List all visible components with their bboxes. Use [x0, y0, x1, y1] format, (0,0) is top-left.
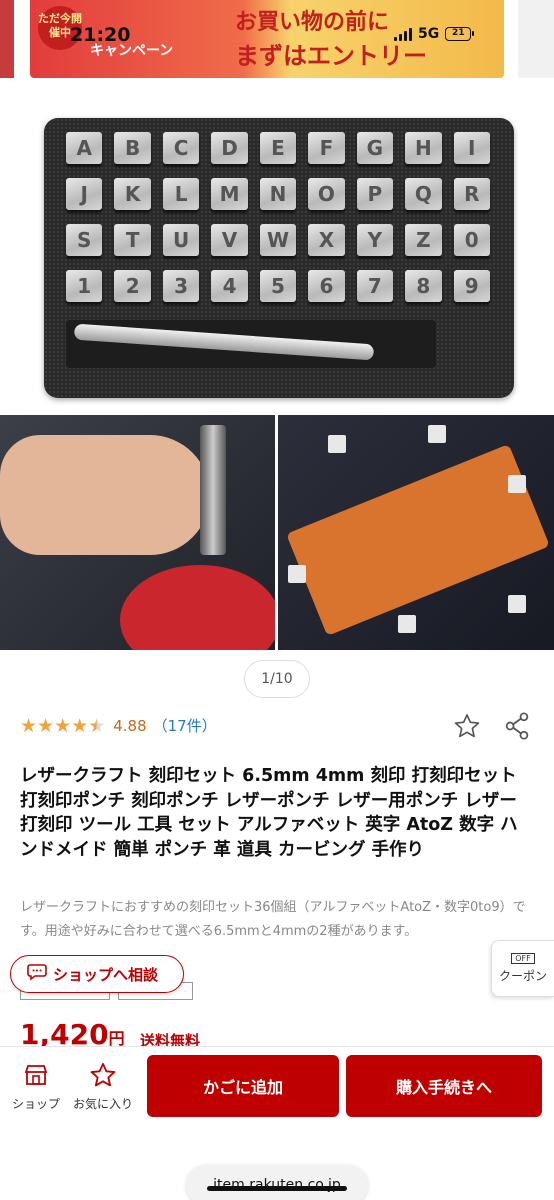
stamp-tool — [200, 425, 226, 555]
letter-stamp: W — [259, 224, 297, 256]
star-icon: ★ — [54, 714, 72, 737]
letter-stamp: Z — [405, 224, 442, 256]
letter-stamp: Y — [356, 224, 394, 256]
letter-stamp: D — [211, 132, 248, 164]
network-label: 5G — [418, 26, 440, 42]
product-description[interactable]: レザークラフトにおすすめの刻印セット36個組（アルファベットAtoZ・数字0to… — [20, 896, 530, 944]
home-indicator[interactable] — [207, 1186, 347, 1191]
product-image-usage-right[interactable] — [278, 415, 554, 650]
star-icon: ★ — [37, 714, 55, 737]
coupon-off-badge: OFF — [511, 953, 535, 964]
letter-stamp: K — [114, 178, 151, 210]
letter-stamp: S — [66, 224, 103, 256]
checkout-button[interactable]: 購入手続きへ — [346, 1055, 542, 1117]
letter-stamp: R — [453, 178, 490, 210]
add-to-cart-button[interactable]: かごに追加 — [147, 1055, 339, 1117]
stamp-piece — [508, 595, 526, 613]
banner-prev-ad[interactable] — [0, 0, 14, 78]
stamp-piece — [328, 435, 346, 453]
favorite-icon — [90, 1062, 116, 1087]
signal-icon — [394, 27, 412, 41]
letter-stamp: T — [114, 224, 151, 256]
review-count-link[interactable]: （17件） — [153, 715, 217, 736]
letter-stamp: X — [308, 224, 345, 256]
stamp-piece — [508, 475, 526, 493]
letter-stamp: 9 — [453, 270, 490, 302]
letter-stamp: V — [211, 224, 248, 256]
star-icon: ★ — [71, 714, 89, 737]
chat-icon — [27, 963, 47, 985]
letter-stamp: P — [356, 178, 394, 210]
image-counter: 1/10 — [244, 660, 310, 698]
letter-stamp: N — [259, 178, 297, 210]
letter-stamp: J — [66, 178, 103, 210]
letter-stamp: Q — [405, 178, 442, 210]
battery-icon: 21 — [445, 27, 475, 41]
shop-consult-button[interactable]: ショップへ相談 — [10, 955, 184, 993]
letter-stamp: 2 — [114, 270, 151, 302]
product-title: レザークラフト 刻印セット 6.5mm 4mm 刻印 打刻印セット 打刻印ポンチ… — [20, 766, 518, 860]
letter-stamp: 1 — [66, 270, 103, 302]
letter-stamp: 4 — [211, 270, 248, 302]
star-rating: ★ ★ ★ ★ ★ — [20, 716, 105, 736]
favorite-star-icon[interactable] — [453, 712, 481, 740]
stamp-piece — [398, 615, 416, 633]
letter-stamp: B — [114, 132, 151, 164]
banner-headline1: お買い物の前に — [235, 10, 390, 35]
red-leather — [120, 565, 275, 650]
favorite-label: お気に入り — [73, 1097, 134, 1111]
letter-stamp: L — [162, 178, 200, 210]
letter-stamp: 3 — [162, 270, 200, 302]
shop-icon — [24, 1065, 48, 1085]
letter-stamp: A — [66, 132, 103, 164]
browser-url-bar[interactable]: item.rakuten.co.jp — [186, 1165, 368, 1200]
rating-value: 4.88 — [113, 716, 147, 735]
stamp-piece — [288, 565, 306, 583]
shop-button[interactable]: ショップ — [6, 1061, 66, 1112]
letter-stamp: I — [453, 132, 490, 164]
letter-stamp: U — [162, 224, 200, 256]
favorite-button[interactable]: お気に入り — [73, 1061, 133, 1112]
star-half-icon: ★ — [88, 714, 106, 737]
product-image-main[interactable]: ABCDEFGHI JKLMNOPQR STUVWXYZ0 123456789 — [0, 80, 554, 415]
letter-stamp: F — [308, 132, 345, 164]
shop-consult-label: ショップへ相談 — [53, 965, 159, 984]
letter-stamp: H — [405, 132, 442, 164]
letter-stamp: 7 — [356, 270, 394, 302]
status-icons: 5G 21 — [394, 26, 475, 42]
stamp-piece — [428, 425, 446, 443]
letter-stamp: 0 — [453, 224, 490, 256]
coupon-button[interactable]: OFF クーポン — [491, 940, 554, 997]
letter-stamp: G — [356, 132, 394, 164]
shop-label: ショップ — [11, 1097, 60, 1111]
rating-row[interactable]: ★ ★ ★ ★ ★ 4.88 （17件） — [20, 715, 217, 736]
hand-illustration — [0, 435, 210, 555]
letter-stamp: C — [162, 132, 200, 164]
letter-stamp: 6 — [308, 270, 345, 302]
letter-stamp: O — [308, 178, 345, 210]
letter-stamp: 5 — [259, 270, 297, 302]
coupon-label: クーポン — [498, 969, 547, 983]
banner-next-ad[interactable] — [518, 0, 554, 78]
letter-stamp: M — [211, 178, 248, 210]
status-time: 21:20 — [70, 24, 131, 46]
stamp-grid: ABCDEFGHI JKLMNOPQR STUVWXYZ0 123456789 — [66, 132, 490, 302]
share-icon[interactable] — [503, 711, 531, 741]
product-image-usage-left[interactable] — [0, 415, 275, 650]
letter-stamp: E — [259, 132, 297, 164]
bottom-action-bar: ショップ お気に入り かごに追加 購入手続きへ item.rakuten.co.… — [0, 1046, 554, 1200]
letter-stamp: 8 — [405, 270, 442, 302]
star-icon: ★ — [20, 714, 38, 737]
